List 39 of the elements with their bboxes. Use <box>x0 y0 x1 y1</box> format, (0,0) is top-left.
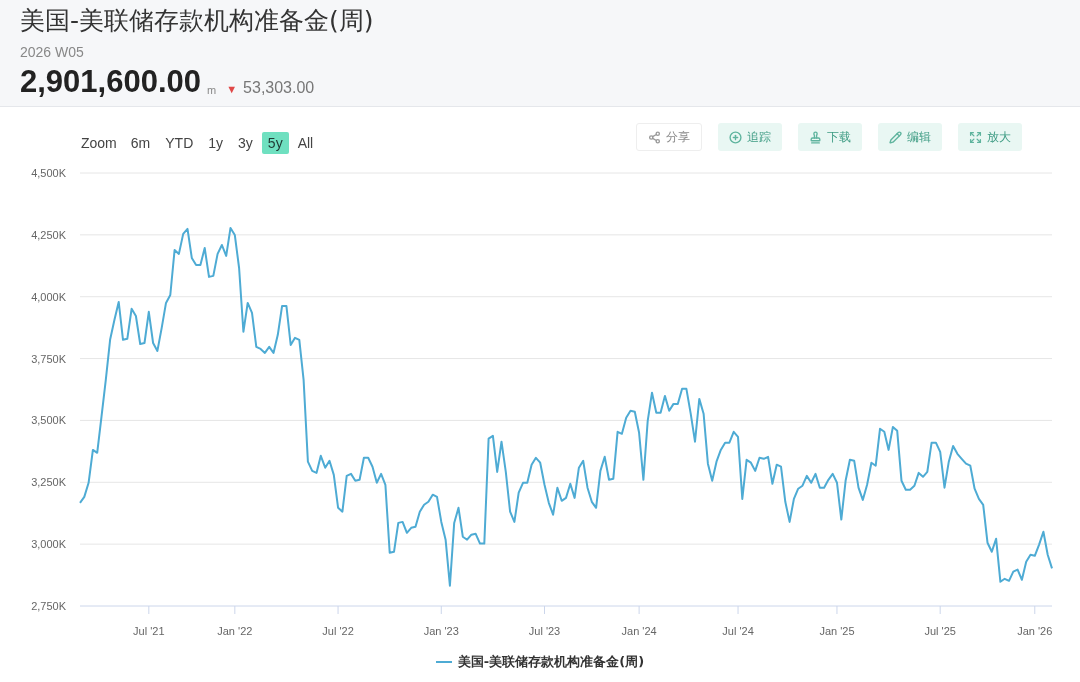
share-icon <box>648 130 661 144</box>
range-button[interactable]: 6m <box>124 132 157 154</box>
x-axis-label: Jul '23 <box>528 625 561 637</box>
x-axis-label: Jul '21 <box>133 625 165 637</box>
x-axis-label: Jul '25 <box>924 625 956 637</box>
change-label: 53,303.00 <box>243 78 315 98</box>
y-axis-label: 2,750K <box>31 600 66 612</box>
y-axis-label: 3,500K <box>31 414 66 427</box>
legend-label[interactable]: 美国-美联储存款机构准备金(周) <box>457 652 645 672</box>
period-label: 2026 W05 <box>20 43 85 62</box>
toolbar-button[interactable]: 分享 <box>636 123 702 151</box>
range-button[interactable]: All <box>291 132 320 154</box>
unit-label: m <box>207 83 217 98</box>
legend-line-icon <box>435 661 452 663</box>
page-title: 美国-美联储存款机构准备金(周) <box>20 5 375 37</box>
value-label: 2,901,600.00 <box>20 64 201 100</box>
range-button[interactable]: 5y <box>261 132 289 154</box>
y-axis-label: 4,000K <box>31 290 66 303</box>
range-button[interactable]: 3y <box>232 132 259 154</box>
y-axis-label: 3,250K <box>31 476 66 489</box>
x-axis-label: Jan '22 <box>217 625 253 637</box>
x-axis-label: Jan '26 <box>1017 625 1053 637</box>
plus-circle-icon <box>729 130 742 144</box>
x-axis-label: Jul '22 <box>322 625 354 637</box>
pencil-icon <box>889 130 902 144</box>
down-arrow: ▼ <box>226 82 238 97</box>
y-axis-label: 3,000K <box>31 538 66 551</box>
range-button[interactable]: YTD <box>159 132 200 154</box>
y-axis-label: 4,250K <box>31 228 66 241</box>
stamp-icon <box>809 130 822 144</box>
x-axis-label: Jan '25 <box>819 625 855 637</box>
y-axis-label: 3,750K <box>31 352 66 365</box>
x-axis-label: Jan '23 <box>423 625 459 637</box>
x-axis-label: Jan '24 <box>621 625 657 637</box>
zoom-label: Zoom <box>81 133 117 153</box>
range-button[interactable]: 1y <box>202 132 230 154</box>
x-axis-label: Jul '24 <box>722 625 754 637</box>
expand-icon <box>969 130 982 144</box>
y-axis-label: 4,500K <box>31 167 66 179</box>
